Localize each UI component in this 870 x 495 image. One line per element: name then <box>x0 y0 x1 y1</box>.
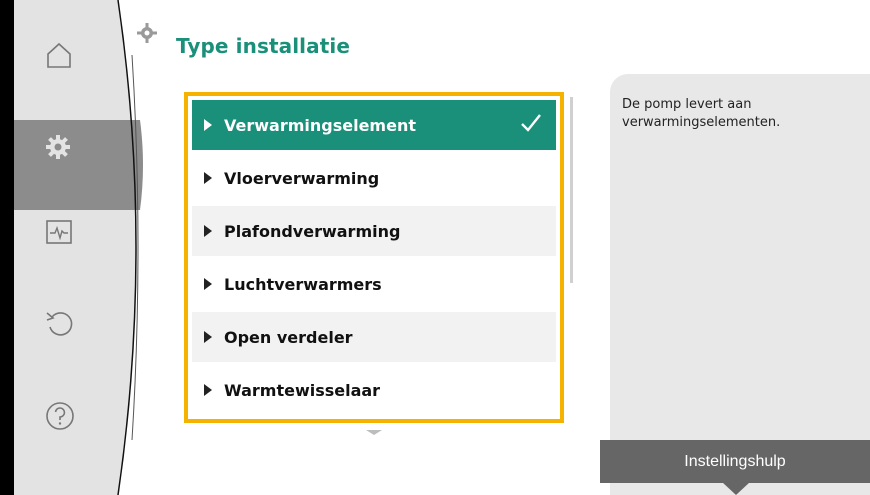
checkmark-icon <box>521 114 541 132</box>
list-item-label: Warmtewisselaar <box>224 380 381 400</box>
list-item-warmtewisselaar[interactable]: Warmtewisselaar <box>192 365 556 415</box>
undo-icon <box>46 312 73 336</box>
nav-undo[interactable] <box>44 308 108 372</box>
list-scrollbar[interactable] <box>570 97 573 283</box>
nav-diagnostics[interactable] <box>44 217 108 281</box>
list-item-luchtverwarmers[interactable]: Luchtverwarmers <box>192 259 556 309</box>
list-item-open-verdeler[interactable]: Open verdeler <box>192 312 556 362</box>
left-edge <box>0 0 14 495</box>
list-item-vloerverwarming[interactable]: Vloerverwarming <box>192 153 556 203</box>
list-item-label: Vloerverwarming <box>224 168 380 188</box>
gear-icon <box>46 135 70 159</box>
nav-home[interactable] <box>44 40 108 104</box>
caret-right-icon <box>204 384 212 396</box>
list-item-label: Open verdeler <box>224 327 353 347</box>
installation-type-list: Verwarmingselement Vloerverwarming Plafo… <box>184 92 564 423</box>
help-icon <box>46 402 74 430</box>
nav-settings[interactable] <box>44 133 108 197</box>
settings-corner-icon <box>137 23 157 43</box>
instellingshulp-button[interactable]: Instellingshulp <box>600 440 870 483</box>
diagnostics-icon <box>46 220 72 244</box>
help-text: De pomp levert aan verwarmingselementen. <box>622 97 781 130</box>
sidebar <box>14 0 154 495</box>
nav-help[interactable] <box>44 400 108 464</box>
list-item-plafondverwarming[interactable]: Plafondverwarming <box>192 206 556 256</box>
caret-right-icon <box>204 278 212 290</box>
list-item-label: Luchtverwarmers <box>224 274 382 294</box>
list-item-label: Verwarmingselement <box>224 115 416 135</box>
home-icon <box>47 42 71 68</box>
caret-right-icon <box>204 225 212 237</box>
scroll-down-indicator-icon <box>366 430 382 435</box>
list-item-label: Plafondverwarming <box>224 221 401 241</box>
help-panel: De pomp levert aan verwarmingselementen. <box>610 74 870 495</box>
page-title: Type installatie <box>176 34 350 58</box>
list-item-verwarmingselement[interactable]: Verwarmingselement <box>192 100 556 150</box>
help-button-pointer <box>722 482 750 495</box>
caret-right-icon <box>204 172 212 184</box>
caret-right-icon <box>204 119 212 131</box>
caret-right-icon <box>204 331 212 343</box>
